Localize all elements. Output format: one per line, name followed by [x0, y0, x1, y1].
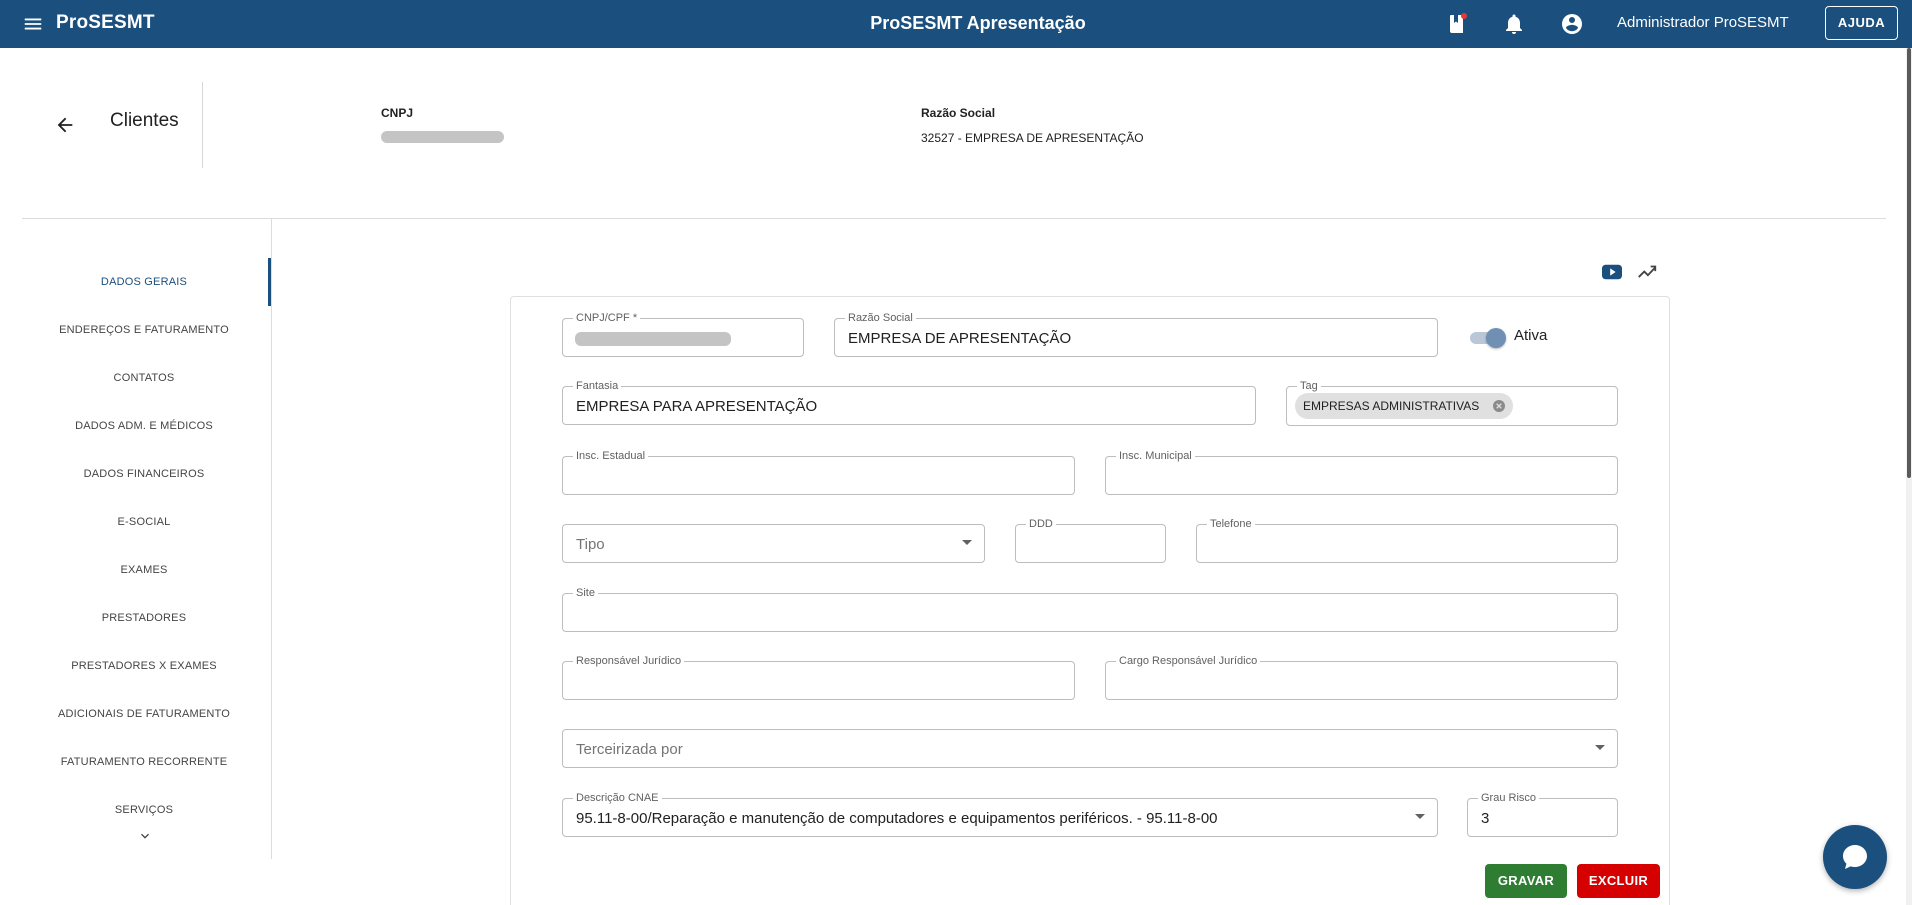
ddd-label: DDD [1026, 517, 1056, 531]
responsavel-juridico-field[interactable]: Responsável Jurídico [562, 654, 1075, 700]
page-scrollbar[interactable] [1906, 48, 1912, 905]
responsavel-juridico-label: Responsável Jurídico [573, 654, 685, 668]
cnae-select[interactable]: Descrição CNAE 95.11-8-00/Reparação e ma… [562, 791, 1438, 837]
tipo-placeholder: Tipo [576, 536, 605, 553]
chat-bubble-icon [1843, 845, 1867, 869]
tipo-dropdown-icon [962, 540, 972, 545]
insc-estadual-field[interactable]: Insc. Estadual [562, 449, 1075, 495]
toggle-knob [1486, 328, 1506, 348]
nav-item-dados-financeiros[interactable]: DADOS FINANCEIROS [0, 468, 288, 480]
delete-button[interactable]: EXCLUIR [1577, 864, 1660, 898]
cargo-responsavel-label: Cargo Responsável Jurídico [1116, 654, 1261, 668]
site-field[interactable]: Site [562, 586, 1618, 632]
telefone-field[interactable]: Telefone [1196, 517, 1618, 563]
account-circle-icon[interactable] [1560, 12, 1584, 36]
nav-item-servicos[interactable]: SERVIÇOS [0, 804, 288, 816]
nav-item-dados-adm-medicos[interactable]: DADOS ADM. E MÉDICOS [0, 420, 288, 432]
grau-risco-field[interactable]: Grau Risco 3 [1467, 791, 1618, 837]
cnpj-cpf-label: CNPJ/CPF * [573, 311, 641, 325]
cnpj-value-redacted [381, 131, 504, 143]
tag-label: Tag [1297, 379, 1321, 393]
tipo-select[interactable]: Tipo [562, 524, 985, 563]
cargo-responsavel-field[interactable]: Cargo Responsável Jurídico [1105, 654, 1618, 700]
help-button[interactable]: AJUDA [1825, 6, 1898, 40]
ativa-label: Ativa [1514, 327, 1548, 344]
nav-item-prestadores-exames[interactable]: PRESTADORES X EXAMES [0, 660, 288, 672]
telefone-label: Telefone [1207, 517, 1255, 531]
fantasia-value: EMPRESA PARA APRESENTAÇÃO [576, 398, 818, 415]
scrollbar-thumb[interactable] [1907, 48, 1911, 478]
chip-remove-icon[interactable] [1491, 398, 1507, 414]
ativa-toggle[interactable] [1468, 326, 1508, 348]
razao-social-value: 32527 - EMPRESA DE APRESENTAÇÃO [921, 131, 1144, 145]
site-label: Site [573, 586, 598, 600]
tag-chip-label: EMPRESAS ADMINISTRATIVAS [1303, 399, 1480, 413]
bell-icon[interactable] [1502, 12, 1526, 36]
nav-item-faturamento-recorrente[interactable]: FATURAMENTO RECORRENTE [0, 756, 288, 768]
chat-button[interactable] [1823, 825, 1887, 889]
nav-item-enderecos-faturamento[interactable]: ENDEREÇOS E FATURAMENTO [0, 324, 288, 336]
razao-social-field-value: EMPRESA DE APRESENTAÇÃO [848, 330, 1072, 347]
book-notification-icon[interactable] [1445, 12, 1469, 36]
razao-social-field-label: Razão Social [845, 311, 916, 325]
tag-chip[interactable]: EMPRESAS ADMINISTRATIVAS [1295, 393, 1514, 419]
cnpj-cpf-field[interactable]: CNPJ/CPF * [562, 311, 804, 357]
chevron-down-icon[interactable] [137, 828, 153, 844]
cnae-label: Descrição CNAE [573, 791, 662, 805]
page-title: Clientes [110, 110, 179, 131]
nav-item-contatos[interactable]: CONTATOS [0, 372, 288, 384]
insc-municipal-field[interactable]: Insc. Municipal [1105, 449, 1618, 495]
terceirizada-placeholder: Terceirizada por [576, 741, 683, 758]
terceirizada-select[interactable]: Terceirizada por [562, 729, 1618, 768]
header-bottom-divider [22, 218, 1886, 219]
back-arrow-icon[interactable] [54, 114, 76, 136]
nav-item-e-social[interactable]: E-SOCIAL [0, 516, 288, 528]
header-divider [202, 82, 203, 168]
terceirizada-dropdown-icon [1595, 745, 1605, 750]
insc-municipal-label: Insc. Municipal [1116, 449, 1195, 463]
razao-social-label: Razão Social [921, 106, 996, 120]
tag-field[interactable]: Tag EMPRESAS ADMINISTRATIVAS [1286, 379, 1618, 426]
save-button[interactable]: GRAVAR [1485, 864, 1567, 898]
cnae-dropdown-icon [1415, 814, 1425, 819]
grau-risco-label: Grau Risco [1478, 791, 1540, 805]
cnae-value: 95.11-8-00/Reparação e manutenção de com… [576, 810, 1218, 827]
fantasia-label: Fantasia [573, 379, 622, 393]
cnpj-cpf-value-redacted [575, 332, 731, 346]
youtube-icon[interactable] [1601, 262, 1623, 282]
trending-up-icon[interactable] [1635, 261, 1659, 283]
ddd-field[interactable]: DDD [1015, 517, 1166, 563]
nav-item-exames[interactable]: EXAMES [0, 564, 288, 576]
cnpj-label: CNPJ [381, 106, 414, 120]
nav-item-prestadores[interactable]: PRESTADORES [0, 612, 288, 624]
grau-risco-value: 3 [1481, 810, 1490, 827]
nav-item-dados-gerais[interactable]: DADOS GERAIS [0, 276, 288, 288]
insc-estadual-label: Insc. Estadual [573, 449, 649, 463]
razao-social-field[interactable]: Razão Social EMPRESA DE APRESENTAÇÃO [834, 311, 1438, 357]
top-app-bar: ProSESMT ProSESMT Apresentação Administr… [0, 0, 1912, 48]
user-name[interactable]: Administrador ProSESMT [1617, 14, 1789, 31]
fantasia-field[interactable]: Fantasia EMPRESA PARA APRESENTAÇÃO [562, 379, 1256, 425]
nav-item-adicionais-faturamento[interactable]: ADICIONAIS DE FATURAMENTO [0, 708, 288, 720]
